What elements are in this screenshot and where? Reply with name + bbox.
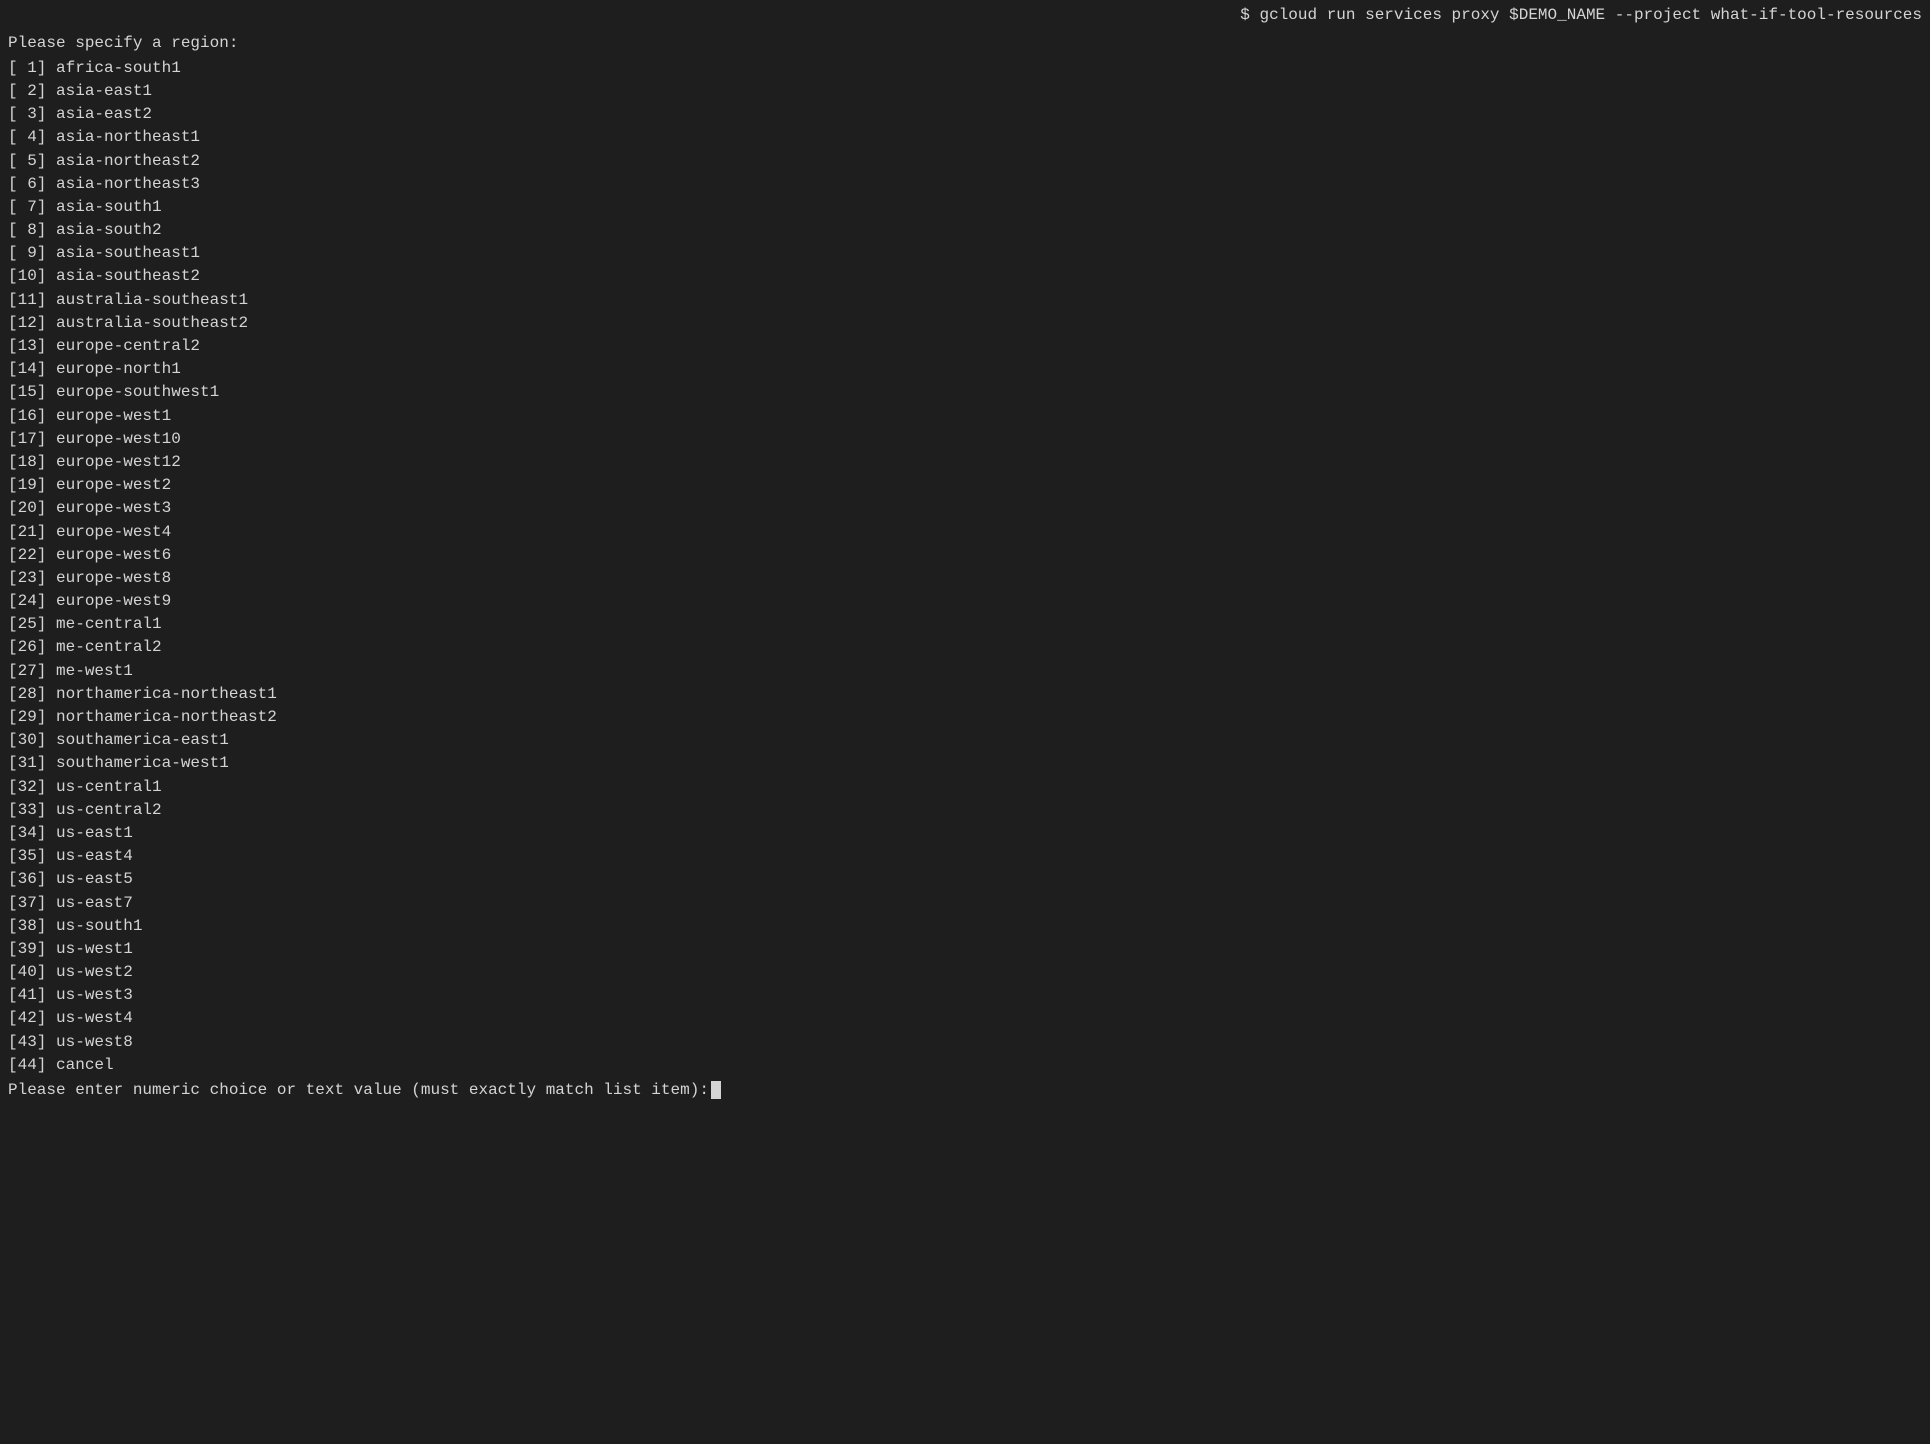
list-item: [ 6] asia-northeast3: [8, 173, 1922, 196]
list-item: [43] us-west8: [8, 1031, 1922, 1054]
list-item: [ 5] asia-northeast2: [8, 150, 1922, 173]
list-item: [22] europe-west6: [8, 544, 1922, 567]
terminal-window: $ gcloud run services proxy $DEMO_NAME -…: [0, 0, 1930, 1444]
list-item: [40] us-west2: [8, 961, 1922, 984]
list-item: [20] europe-west3: [8, 497, 1922, 520]
list-item: [35] us-east4: [8, 845, 1922, 868]
list-item: [38] us-south1: [8, 915, 1922, 938]
list-item: [ 2] asia-east1: [8, 80, 1922, 103]
list-item: [29] northamerica-northeast2: [8, 706, 1922, 729]
list-item: [ 8] asia-south2: [8, 219, 1922, 242]
list-item: [33] us-central2: [8, 799, 1922, 822]
list-item: [26] me-central2: [8, 636, 1922, 659]
list-item: [16] europe-west1: [8, 405, 1922, 428]
list-item: [21] europe-west4: [8, 521, 1922, 544]
list-item: [39] us-west1: [8, 938, 1922, 961]
list-item: [27] me-west1: [8, 660, 1922, 683]
list-item: [17] europe-west10: [8, 428, 1922, 451]
content-area: Please specify a region: [ 1] africa-sou…: [0, 30, 1930, 1444]
command-line: $ gcloud run services proxy $DEMO_NAME -…: [0, 0, 1930, 30]
list-item: [30] southamerica-east1: [8, 729, 1922, 752]
list-item: [41] us-west3: [8, 984, 1922, 1007]
list-item: [12] australia-southeast2: [8, 312, 1922, 335]
list-item: [ 9] asia-southeast1: [8, 242, 1922, 265]
list-item: [ 3] asia-east2: [8, 103, 1922, 126]
list-item: [ 7] asia-south1: [8, 196, 1922, 219]
region-list: [ 1] africa-south1[ 2] asia-east1[ 3] as…: [8, 57, 1922, 1077]
list-item: [13] europe-central2: [8, 335, 1922, 358]
list-item: [10] asia-southeast2: [8, 265, 1922, 288]
list-item: [32] us-central1: [8, 776, 1922, 799]
list-item: [23] europe-west8: [8, 567, 1922, 590]
list-item: [36] us-east5: [8, 868, 1922, 891]
list-item: [37] us-east7: [8, 892, 1922, 915]
list-item: [44] cancel: [8, 1054, 1922, 1077]
list-item: [25] me-central1: [8, 613, 1922, 636]
list-item: [14] europe-north1: [8, 358, 1922, 381]
list-item: [ 4] asia-northeast1: [8, 126, 1922, 149]
prompt-footer[interactable]: Please enter numeric choice or text valu…: [8, 1079, 1922, 1101]
cursor: [711, 1081, 721, 1099]
list-item: [19] europe-west2: [8, 474, 1922, 497]
list-item: [42] us-west4: [8, 1007, 1922, 1030]
prompt-header: Please specify a region:: [8, 32, 1922, 54]
list-item: [28] northamerica-northeast1: [8, 683, 1922, 706]
list-item: [34] us-east1: [8, 822, 1922, 845]
list-item: [31] southamerica-west1: [8, 752, 1922, 775]
list-item: [15] europe-southwest1: [8, 381, 1922, 404]
prompt-footer-text: Please enter numeric choice or text valu…: [8, 1079, 709, 1101]
list-item: [ 1] africa-south1: [8, 57, 1922, 80]
list-item: [11] australia-southeast1: [8, 289, 1922, 312]
list-item: [24] europe-west9: [8, 590, 1922, 613]
list-item: [18] europe-west12: [8, 451, 1922, 474]
